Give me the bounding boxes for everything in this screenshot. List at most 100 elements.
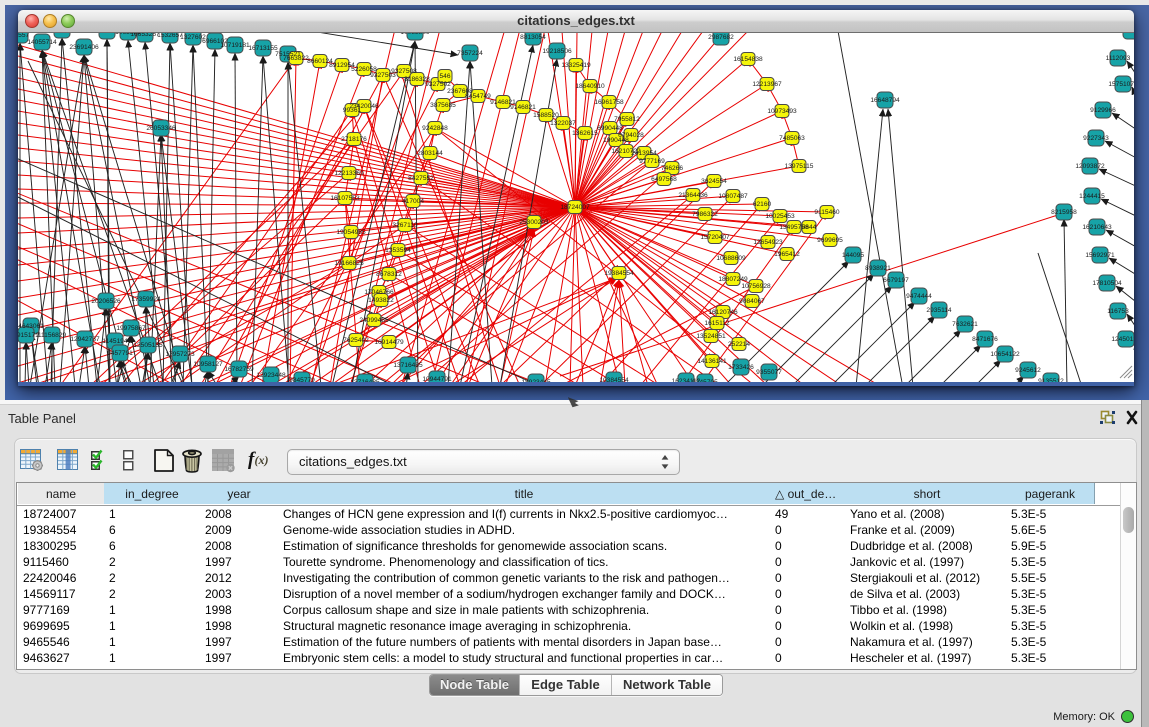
svg-text:546: 546 — [439, 73, 450, 80]
svg-text:9699695: 9699695 — [817, 237, 843, 244]
svg-text:12213369: 12213369 — [334, 170, 364, 177]
svg-text:12093872: 12093872 — [1075, 163, 1105, 170]
svg-text:15720407: 15720407 — [700, 234, 730, 241]
svg-text:18807249: 18807249 — [718, 276, 748, 283]
svg-text:25300203: 25300203 — [519, 219, 549, 226]
svg-text:15751074: 15751074 — [1108, 81, 1134, 88]
svg-text:1021850: 1021850 — [1118, 33, 1134, 35]
svg-text:1588520: 1588520 — [533, 112, 559, 119]
svg-text:99361: 99361 — [343, 107, 362, 114]
svg-text:9474444: 9474444 — [906, 293, 932, 300]
svg-text:1362615: 1362615 — [572, 130, 598, 137]
svg-text:12505135: 12505135 — [133, 342, 163, 349]
svg-text:252214: 252214 — [728, 341, 750, 348]
svg-text:13325419: 13325419 — [561, 62, 591, 69]
svg-text:8427552: 8427552 — [408, 175, 434, 182]
svg-text:16648794: 16648794 — [870, 97, 900, 104]
svg-text:1145194: 1145194 — [102, 338, 128, 345]
svg-text:8938921: 8938921 — [865, 265, 891, 272]
svg-text:13654923: 13654923 — [753, 239, 783, 246]
svg-text:9135512: 9135512 — [1038, 378, 1064, 382]
svg-text:9355077: 9355077 — [756, 369, 782, 376]
svg-text:14136141: 14136141 — [697, 358, 727, 365]
svg-text:1112093: 1112093 — [1106, 55, 1131, 62]
svg-text:16961758: 16961758 — [594, 99, 624, 106]
svg-text:19218506: 19218506 — [542, 48, 572, 55]
svg-text:144095: 144095 — [842, 252, 864, 259]
svg-text:6794028: 6794028 — [618, 132, 644, 139]
svg-text:16914479: 16914479 — [374, 339, 404, 346]
svg-text:7485063: 7485063 — [779, 135, 805, 142]
svg-text:9327508: 9327508 — [391, 68, 417, 75]
svg-text:13716485: 13716485 — [350, 379, 380, 382]
svg-text:12923448: 12923448 — [256, 372, 286, 379]
svg-text:3875685: 3875685 — [430, 102, 456, 109]
svg-text:13524851: 13524851 — [696, 333, 726, 340]
svg-text:2718176: 2718176 — [341, 136, 367, 143]
svg-text:21364436: 21364436 — [678, 192, 708, 199]
svg-text:18923445: 18923445 — [521, 379, 551, 382]
svg-text:8215958: 8215958 — [1051, 209, 1077, 216]
svg-text:10807487: 10807487 — [718, 193, 748, 200]
svg-text:7955812: 7955812 — [614, 116, 640, 123]
svg-text:7357224: 7357224 — [457, 50, 483, 57]
svg-text:2413954: 2413954 — [631, 150, 657, 157]
svg-text:17810504: 17810504 — [1092, 280, 1122, 287]
svg-text:2987682: 2987682 — [708, 34, 734, 41]
svg-text:(x): (x) — [255, 453, 269, 467]
svg-text:1244415: 1244415 — [1079, 193, 1105, 200]
svg-text:1353594: 1353594 — [385, 247, 411, 254]
svg-text:12213967: 12213967 — [752, 81, 782, 88]
svg-text:15692971: 15692971 — [1085, 252, 1115, 259]
svg-text:9227343: 9227343 — [1083, 135, 1109, 142]
svg-text:16210643: 16210643 — [1082, 224, 1112, 231]
svg-text:9845779: 9845779 — [289, 377, 315, 382]
svg-text:8678312: 8678312 — [376, 271, 402, 278]
svg-text:5644: 5644 — [802, 224, 817, 231]
svg-text:11156829: 11156829 — [38, 332, 67, 339]
svg-text:9242848: 9242848 — [422, 125, 448, 132]
svg-text:19975867: 19975867 — [116, 325, 146, 332]
svg-text:10756928: 10756928 — [741, 283, 771, 290]
svg-text:1965412: 1965412 — [774, 251, 800, 258]
svg-text:10944791: 10944791 — [422, 376, 452, 382]
svg-text:19384554: 19384554 — [604, 270, 634, 277]
svg-text:2935114: 2935114 — [926, 307, 952, 314]
svg-text:9245612: 9245612 — [1015, 367, 1041, 374]
svg-text:1615112: 1615112 — [704, 320, 730, 327]
svg-text:746266: 746266 — [661, 165, 683, 172]
svg-text:8454749: 8454749 — [465, 93, 491, 100]
svg-text:417004: 417004 — [402, 198, 424, 205]
svg-text:6990448: 6990448 — [597, 125, 623, 132]
svg-text:9457791: 9457791 — [107, 350, 133, 357]
svg-text:1322037: 1322037 — [550, 120, 576, 127]
svg-text:9327502: 9327502 — [425, 81, 451, 88]
svg-text:17957273: 17957273 — [165, 351, 195, 358]
svg-text:14055714: 14055714 — [27, 39, 57, 46]
svg-text:16120746: 16120746 — [708, 309, 738, 316]
svg-text:16033809: 16033809 — [400, 33, 430, 36]
svg-text:10025453: 10025453 — [765, 213, 795, 220]
svg-text:13716485: 13716485 — [393, 362, 423, 369]
svg-text:10958127: 10958127 — [193, 361, 223, 368]
svg-text:17046766: 17046766 — [364, 289, 394, 296]
svg-text:10384554: 10384554 — [599, 377, 629, 382]
svg-text:10719181: 10719181 — [220, 42, 250, 49]
svg-text:10973493: 10973493 — [767, 108, 797, 115]
svg-text:9146821: 9146821 — [510, 104, 536, 111]
svg-text:10688609: 10688609 — [716, 255, 746, 262]
svg-text:116753: 116753 — [1107, 308, 1129, 315]
svg-text:8471676: 8471676 — [972, 336, 998, 343]
svg-text:7663822: 7663822 — [283, 55, 309, 62]
svg-text:3624554: 3624554 — [701, 178, 727, 185]
svg-text:13975115: 13975115 — [785, 163, 814, 170]
svg-text:16782759: 16782759 — [224, 366, 254, 373]
svg-text:20206526: 20206526 — [91, 298, 121, 305]
svg-text:17359924: 17359924 — [131, 296, 161, 303]
svg-text:956101: 956101 — [51, 33, 73, 34]
svg-text:3915171: 3915171 — [18, 332, 39, 339]
svg-text:10654122: 10654122 — [990, 351, 1020, 358]
svg-text:3267110: 3267110 — [392, 222, 418, 229]
svg-text:19166825: 19166825 — [334, 260, 364, 267]
svg-text:1493822: 1493822 — [368, 297, 394, 304]
